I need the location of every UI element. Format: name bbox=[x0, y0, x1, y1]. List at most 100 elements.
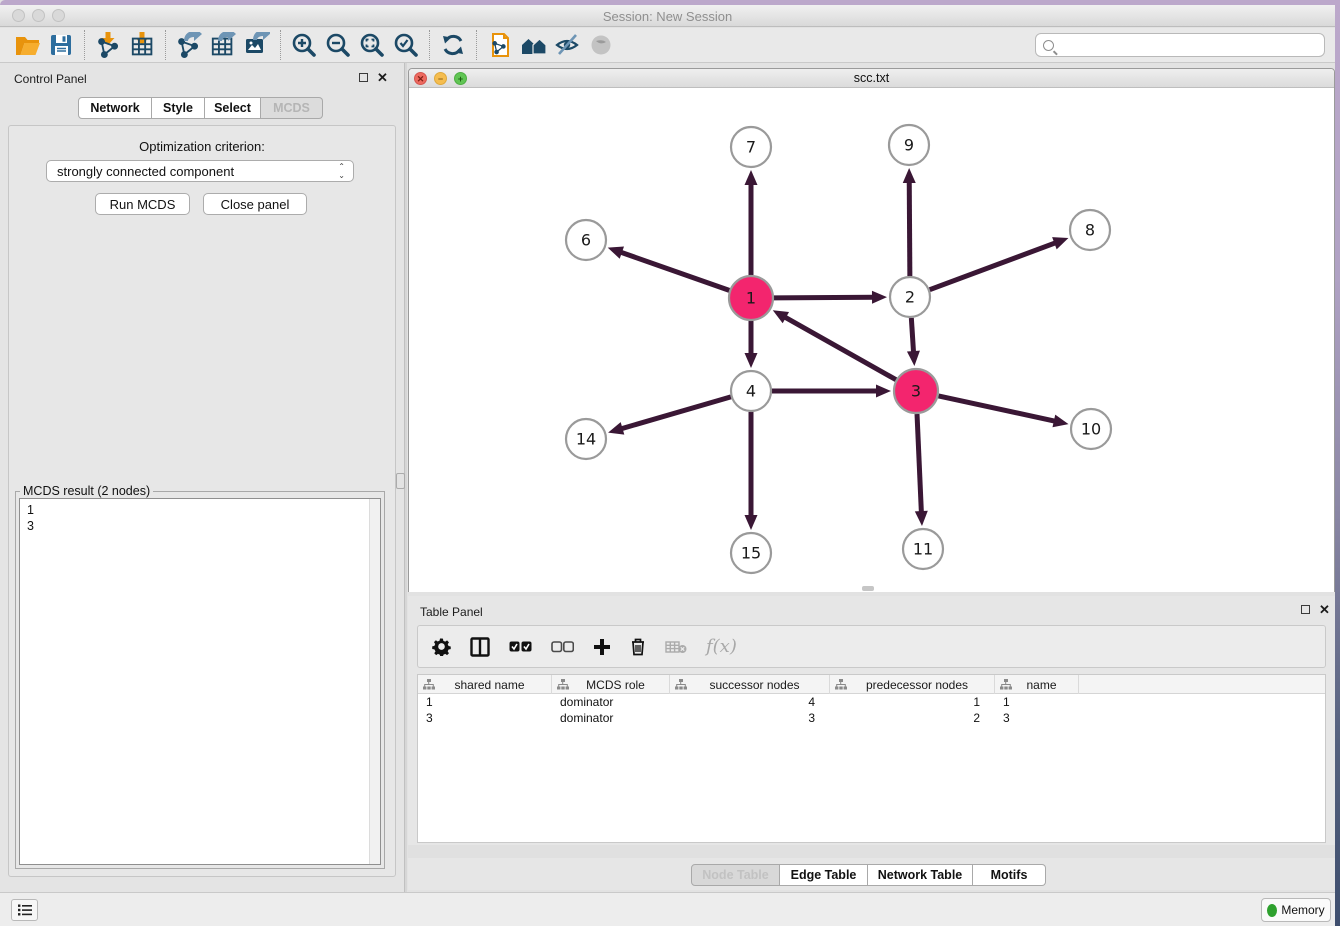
table-row[interactable]: 1dominator411 bbox=[418, 694, 1325, 710]
edge-arrow-2-3 bbox=[907, 351, 920, 366]
task-history-button[interactable] bbox=[11, 899, 38, 921]
float-panel-icon[interactable] bbox=[359, 73, 368, 82]
task-list-icon bbox=[17, 903, 33, 917]
apply-layout-button[interactable] bbox=[436, 30, 470, 60]
export-network-button[interactable] bbox=[172, 30, 206, 60]
network-view-window: ✕ − + scc.txt 7968124314101511 bbox=[408, 68, 1335, 592]
table-row[interactable]: 3dominator323 bbox=[418, 710, 1325, 726]
edge-arrow-1-6 bbox=[608, 246, 624, 258]
close-panel-button[interactable]: Close panel bbox=[203, 193, 307, 215]
memory-button[interactable]: Memory bbox=[1261, 898, 1331, 922]
tab-edge-table[interactable]: Edge Table bbox=[780, 864, 868, 886]
table-cell: 1 bbox=[995, 694, 1079, 710]
delete-column-icon bbox=[630, 637, 646, 656]
column-header-predecessor-nodes[interactable]: predecessor nodes bbox=[830, 675, 995, 694]
hide-selected-button[interactable] bbox=[551, 30, 585, 60]
tab-network[interactable]: Network bbox=[78, 97, 152, 119]
function-builder-button: f(x) bbox=[706, 636, 737, 657]
zoom-fit-icon bbox=[359, 32, 385, 58]
column-type-icon bbox=[423, 679, 435, 690]
edge-1-6[interactable] bbox=[619, 252, 729, 291]
export-table-icon bbox=[210, 32, 236, 58]
search-input[interactable] bbox=[1059, 38, 1324, 52]
control-panel: Control Panel ✕ NetworkStyleSelectMCDS O… bbox=[0, 63, 404, 892]
import-network-button[interactable] bbox=[91, 30, 125, 60]
float-table-panel-icon[interactable] bbox=[1301, 605, 1310, 614]
run-mcds-label: Run MCDS bbox=[110, 197, 176, 212]
edge-2-8[interactable] bbox=[930, 242, 1058, 289]
add-column-button[interactable] bbox=[593, 638, 611, 656]
show-graphics-details-button[interactable] bbox=[517, 30, 551, 60]
table-cell: 4 bbox=[670, 694, 830, 710]
toolbar-separator bbox=[476, 30, 477, 60]
edge-3-10[interactable] bbox=[938, 396, 1056, 422]
zoom-out-icon bbox=[325, 32, 351, 58]
zoom-selected-button[interactable] bbox=[389, 30, 423, 60]
edge-2-3[interactable] bbox=[911, 318, 913, 354]
table-header-row: shared nameMCDS rolesuccessor nodesprede… bbox=[418, 675, 1325, 694]
network-graph: 7968124314101511 bbox=[409, 88, 1334, 592]
tab-select[interactable]: Select bbox=[205, 97, 261, 119]
export-table-button[interactable] bbox=[206, 30, 240, 60]
run-mcds-button[interactable]: Run MCDS bbox=[95, 193, 190, 215]
zoom-fit-button[interactable] bbox=[355, 30, 389, 60]
network-window-titlebar: ✕ − + scc.txt bbox=[409, 69, 1334, 88]
edge-arrow-4-14 bbox=[608, 422, 624, 434]
delete-column-button[interactable] bbox=[630, 637, 646, 656]
table-cell: 1 bbox=[418, 694, 552, 710]
close-table-panel-icon[interactable]: ✕ bbox=[1319, 604, 1330, 615]
table-cell: 3 bbox=[418, 710, 552, 726]
column-type-icon bbox=[835, 679, 847, 690]
zoom-out-button[interactable] bbox=[321, 30, 355, 60]
tab-motifs[interactable]: Motifs bbox=[973, 864, 1046, 886]
zoom-in-icon bbox=[291, 32, 317, 58]
tab-style[interactable]: Style bbox=[152, 97, 205, 119]
open-session-button[interactable] bbox=[10, 30, 44, 60]
memory-label: Memory bbox=[1281, 903, 1324, 917]
toolbar-separator bbox=[429, 30, 430, 60]
close-panel-icon[interactable]: ✕ bbox=[377, 72, 388, 83]
export-image-button[interactable] bbox=[240, 30, 274, 60]
graph-node-label-11: 11 bbox=[913, 540, 933, 559]
tab-node-table[interactable]: Node Table bbox=[691, 864, 780, 886]
toolbar-separator bbox=[84, 30, 85, 60]
canvas-scroll-handle[interactable] bbox=[862, 586, 874, 591]
deselect-all-button[interactable] bbox=[551, 641, 574, 653]
edge-3-11[interactable] bbox=[917, 414, 921, 514]
window-border-right bbox=[1335, 0, 1340, 926]
hide-selected-icon bbox=[555, 32, 581, 58]
import-table-button[interactable] bbox=[125, 30, 159, 60]
tab-mcds[interactable]: MCDS bbox=[261, 97, 323, 119]
table-cell: 3 bbox=[995, 710, 1079, 726]
table-cell: 1 bbox=[830, 694, 995, 710]
optimization-criterion-label: Optimization criterion: bbox=[9, 139, 395, 154]
search-box[interactable] bbox=[1035, 33, 1325, 57]
show-all-button[interactable] bbox=[585, 30, 619, 60]
mcds-result-textarea[interactable]: 1 3 bbox=[19, 498, 381, 865]
edge-1-2[interactable] bbox=[774, 297, 875, 298]
save-session-button[interactable] bbox=[44, 30, 78, 60]
column-visibility-button[interactable] bbox=[470, 637, 490, 657]
criterion-select[interactable]: strongly connected component ⌃⌄ bbox=[46, 160, 354, 182]
export-network-icon bbox=[176, 32, 202, 58]
splitter-handle[interactable] bbox=[396, 473, 405, 489]
edge-3-1[interactable] bbox=[783, 316, 896, 380]
column-header-shared-name[interactable]: shared name bbox=[418, 675, 552, 694]
search-icon bbox=[1043, 40, 1054, 51]
edge-4-14[interactable] bbox=[620, 397, 731, 429]
select-all-button[interactable] bbox=[509, 641, 532, 653]
column-header-MCDS-role[interactable]: MCDS role bbox=[552, 675, 670, 694]
table-settings-button[interactable] bbox=[432, 637, 451, 656]
result-scrollbar[interactable] bbox=[369, 499, 380, 864]
column-header-successor-nodes[interactable]: successor nodes bbox=[670, 675, 830, 694]
graph-node-label-7: 7 bbox=[746, 138, 756, 157]
graph-node-label-14: 14 bbox=[576, 430, 596, 449]
tab-network-table[interactable]: Network Table bbox=[868, 864, 973, 886]
export-image-icon bbox=[244, 32, 270, 58]
node-table: shared nameMCDS rolesuccessor nodesprede… bbox=[417, 674, 1326, 843]
column-header-name[interactable]: name bbox=[995, 675, 1079, 694]
network-canvas[interactable]: 7968124314101511 bbox=[409, 88, 1334, 592]
zoom-in-button[interactable] bbox=[287, 30, 321, 60]
edge-2-9[interactable] bbox=[909, 180, 910, 276]
network-from-selection-button[interactable] bbox=[483, 30, 517, 60]
